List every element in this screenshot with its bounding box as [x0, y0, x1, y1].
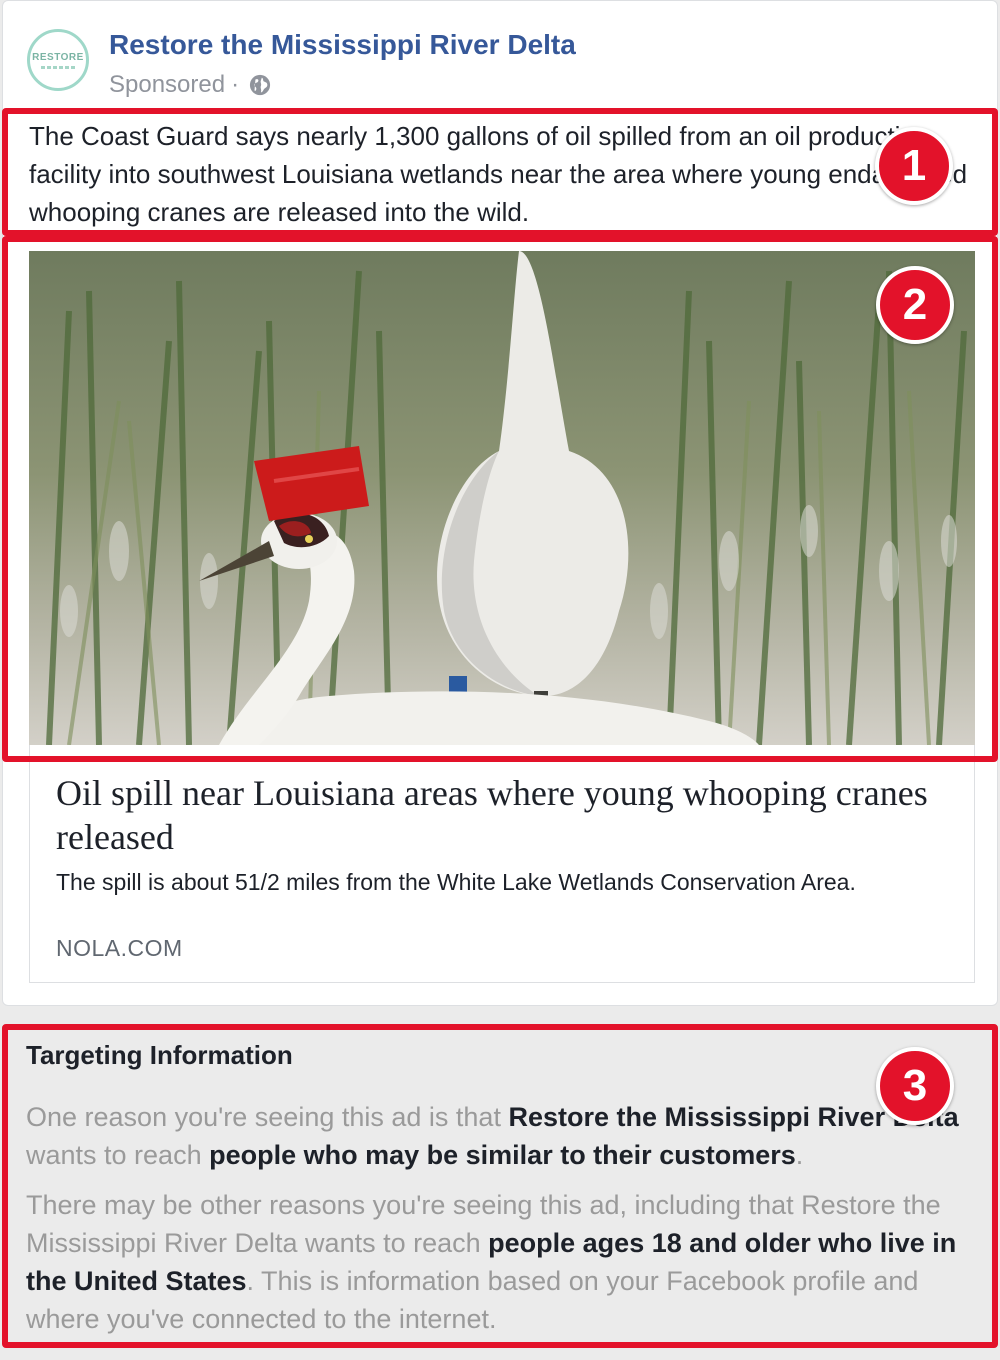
link-headline[interactable]: Oil spill near Louisiana areas where you… — [56, 771, 936, 859]
page: RESTORE Restore the Mississippi River De… — [0, 0, 1000, 1360]
link-domain: NOLA.COM — [56, 935, 183, 961]
link-preview-details[interactable]: Oil spill near Louisiana areas where you… — [29, 745, 975, 983]
annotation-box-2 — [2, 236, 998, 762]
page-avatar[interactable]: RESTORE — [27, 29, 89, 91]
annotation-box-1 — [2, 108, 998, 236]
avatar-logo-text: RESTORE — [32, 51, 84, 63]
meta-separator: · — [231, 71, 240, 98]
annotation-badge-3: 3 — [876, 1047, 954, 1125]
globe-icon[interactable] — [249, 74, 271, 96]
annotation-badge-2: 2 — [876, 266, 954, 344]
avatar-logo-decoration — [41, 65, 75, 69]
annotation-box-3 — [2, 1024, 998, 1348]
link-description: The spill is about 51/2 miles from the W… — [56, 869, 856, 895]
sponsored-label[interactable]: Sponsored — [109, 71, 225, 99]
page-name-link[interactable]: Restore the Mississippi River Delta — [109, 29, 576, 61]
annotation-badge-1: 1 — [875, 127, 953, 205]
post-meta: Sponsored · — [109, 71, 271, 99]
